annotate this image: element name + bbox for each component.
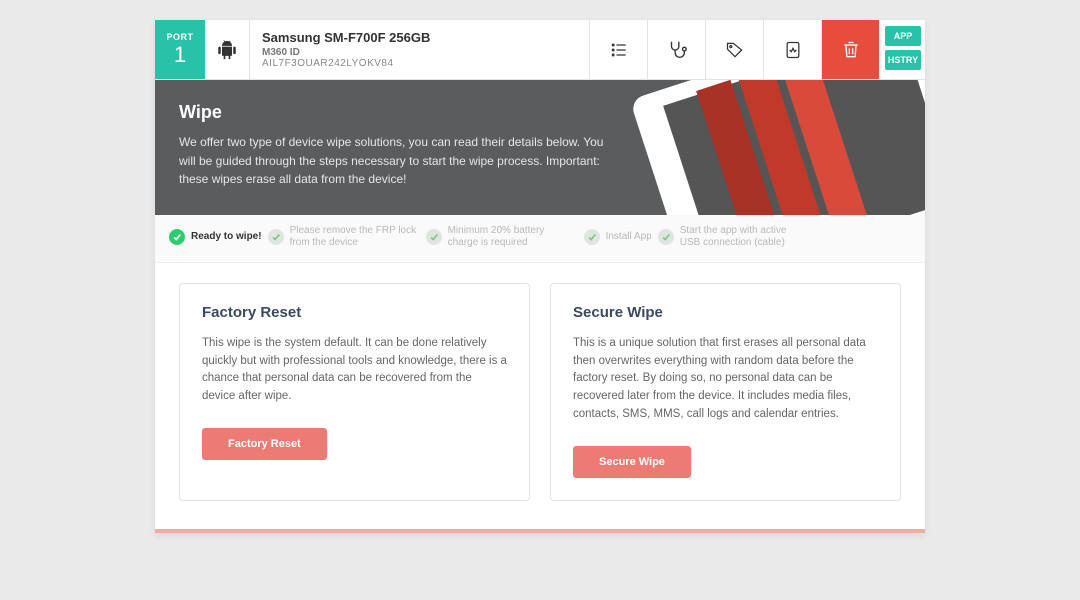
secure-wipe-card: Secure Wipe This is a unique solution th… xyxy=(550,283,901,501)
port-label: PORT xyxy=(166,32,193,42)
device-id-label: M360 ID xyxy=(262,47,577,58)
hero: Wipe We offer two type of device wipe so… xyxy=(155,80,925,215)
diagnostics-icon[interactable] xyxy=(647,20,705,79)
app-button[interactable]: APP xyxy=(885,26,921,46)
cards: Factory Reset This wipe is the system de… xyxy=(155,263,925,529)
factory-reset-button[interactable]: Factory Reset xyxy=(202,428,327,460)
status-install: Install App xyxy=(584,229,652,245)
hero-illustration xyxy=(630,80,925,215)
port-badge: PORT 1 xyxy=(155,20,205,79)
wipe-icon[interactable] xyxy=(821,20,879,79)
secure-wipe-title: Secure Wipe xyxy=(573,304,878,321)
factory-reset-card: Factory Reset This wipe is the system de… xyxy=(179,283,530,501)
device-model: Samsung SM-F700F 256GB xyxy=(262,30,577,45)
side-buttons: APP HSTRY xyxy=(879,20,925,79)
secure-wipe-body: This is a unique solution that first era… xyxy=(573,335,878,424)
device-info: Samsung SM-F700F 256GB M360 ID AIL7F3OUA… xyxy=(250,20,589,79)
history-button[interactable]: HSTRY xyxy=(885,50,921,70)
status-battery: Minimum 20% battery charge is required xyxy=(426,225,578,250)
app-window: PORT 1 Samsung SM-F700F 256GB M360 ID AI… xyxy=(155,20,925,533)
status-ready: Ready to wipe! xyxy=(169,229,262,245)
factory-reset-title: Factory Reset xyxy=(202,304,507,321)
status-frp: Please remove the FRP lock from the devi… xyxy=(268,225,420,250)
status-usb: Start the app with active USB connection… xyxy=(658,225,810,250)
port-number: 1 xyxy=(174,42,186,68)
header: PORT 1 Samsung SM-F700F 256GB M360 ID AI… xyxy=(155,20,925,80)
report-icon[interactable] xyxy=(763,20,821,79)
hero-body: We offer two type of device wipe solutio… xyxy=(179,133,609,189)
android-icon xyxy=(205,20,250,79)
secure-wipe-button[interactable]: Secure Wipe xyxy=(573,446,691,478)
footer-accent xyxy=(155,529,925,533)
status-tape: Ready to wipe! Please remove the FRP loc… xyxy=(155,215,925,263)
device-id: AIL7F3OUAR242LYOKV84 xyxy=(262,58,577,69)
list-icon[interactable] xyxy=(589,20,647,79)
tag-icon[interactable] xyxy=(705,20,763,79)
header-icons xyxy=(589,20,879,79)
factory-reset-body: This wipe is the system default. It can … xyxy=(202,335,507,406)
